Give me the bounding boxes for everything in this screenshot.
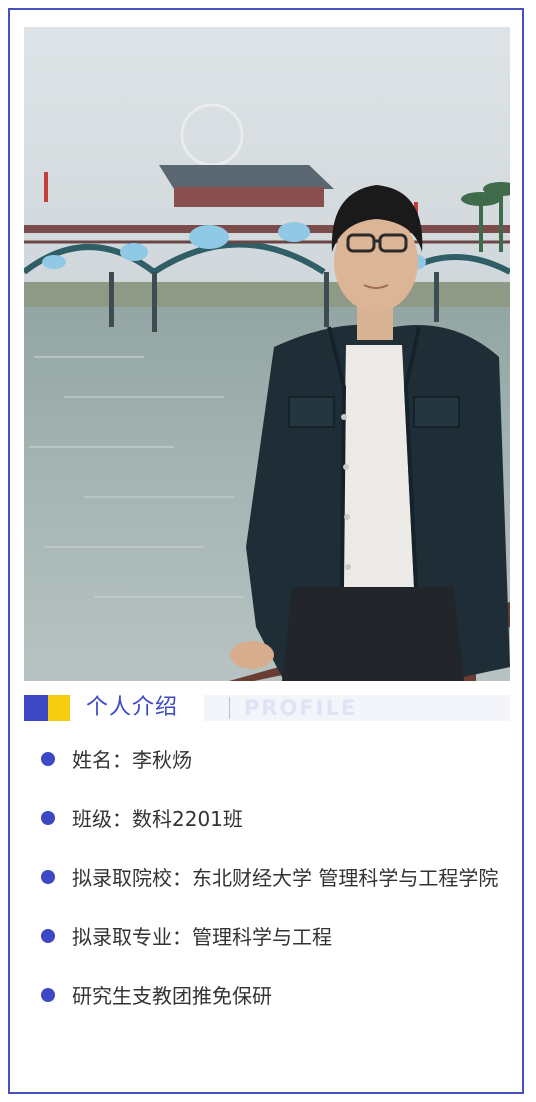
bullet-dot-icon: [41, 988, 55, 1002]
list-item: 拟录取专业：管理科学与工程: [40, 915, 520, 959]
bullet-dot-icon: [41, 870, 55, 884]
list-item-text: 拟录取专业：管理科学与工程: [72, 925, 332, 949]
list-item: 姓名：李秋炀: [40, 738, 520, 782]
bullet-dot-icon: [41, 929, 55, 943]
list-item-text: 姓名：李秋炀: [72, 748, 192, 772]
bullet-dot-icon: [41, 811, 55, 825]
bullet-dot-icon: [41, 752, 55, 766]
header-divider: [229, 697, 230, 719]
list-item-text: 研究生支教团推免保研: [72, 984, 272, 1008]
section-title: 个人介绍: [86, 695, 179, 720]
list-item: 拟录取院校：东北财经大学 管理科学与工程学院: [40, 856, 520, 900]
profile-photo: [24, 27, 510, 681]
list-item-text: 拟录取院校：东北财经大学 管理科学与工程学院: [72, 866, 499, 890]
accent-block-yellow: [48, 695, 70, 721]
list-item-text: 班级：数科2201班: [72, 807, 243, 831]
list-item: 研究生支教团推免保研: [40, 974, 520, 1018]
accent-block-blue: [24, 695, 48, 721]
profile-info-list: 姓名：李秋炀 班级：数科2201班 拟录取院校：东北财经大学 管理科学与工程学院…: [40, 738, 520, 1033]
section-header: 个人介绍 PROFILE: [24, 695, 510, 721]
section-subtitle: PROFILE: [244, 696, 358, 720]
list-item: 班级：数科2201班: [40, 797, 520, 841]
